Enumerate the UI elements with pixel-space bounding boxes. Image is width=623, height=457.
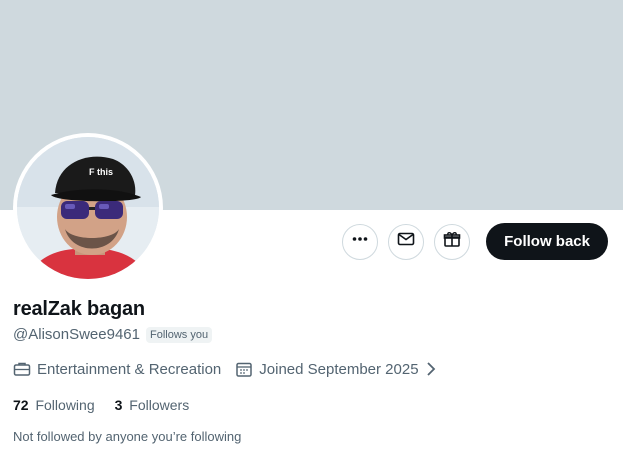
followers-stat[interactable]: 3 Followers	[115, 397, 190, 413]
joined-item[interactable]: Joined September 2025	[235, 360, 436, 378]
more-button[interactable]	[342, 223, 379, 260]
joined-label: Joined September 2025	[259, 360, 419, 378]
follow-stats: 72 Following 3 Followers	[13, 397, 189, 413]
gift-button[interactable]	[434, 223, 471, 260]
followers-label: Followers	[129, 397, 190, 413]
briefcase-icon	[13, 360, 31, 378]
not-followed-note: Not followed by anyone you’re following	[13, 429, 242, 444]
gift-icon	[443, 230, 461, 253]
calendar-icon	[235, 360, 253, 378]
following-stat[interactable]: 72 Following	[13, 397, 95, 413]
user-handle: @AlisonSwee9461	[13, 326, 140, 343]
more-horizontal-icon	[351, 230, 369, 253]
following-count: 72	[13, 397, 29, 413]
follows-you-badge: Follows you	[145, 326, 213, 343]
display-name: realZak bagan	[13, 298, 145, 320]
profile-actions: Follow back	[342, 223, 608, 260]
message-button[interactable]	[388, 223, 425, 260]
envelope-icon	[397, 230, 415, 253]
follow-back-button[interactable]: Follow back	[486, 223, 608, 260]
following-label: Following	[35, 397, 95, 413]
followers-count: 3	[114, 397, 123, 413]
chevron-right-icon	[425, 361, 437, 377]
profile-meta: Entertainment & Recreation Joined Septem…	[13, 360, 451, 378]
handle-row: @AlisonSwee9461 Follows you	[13, 326, 213, 343]
category-item: Entertainment & Recreation	[13, 360, 221, 378]
category-label: Entertainment & Recreation	[37, 360, 222, 378]
avatar-ring: F this	[13, 133, 163, 283]
cap-text: F this	[89, 167, 113, 177]
avatar[interactable]: F this	[17, 137, 159, 279]
